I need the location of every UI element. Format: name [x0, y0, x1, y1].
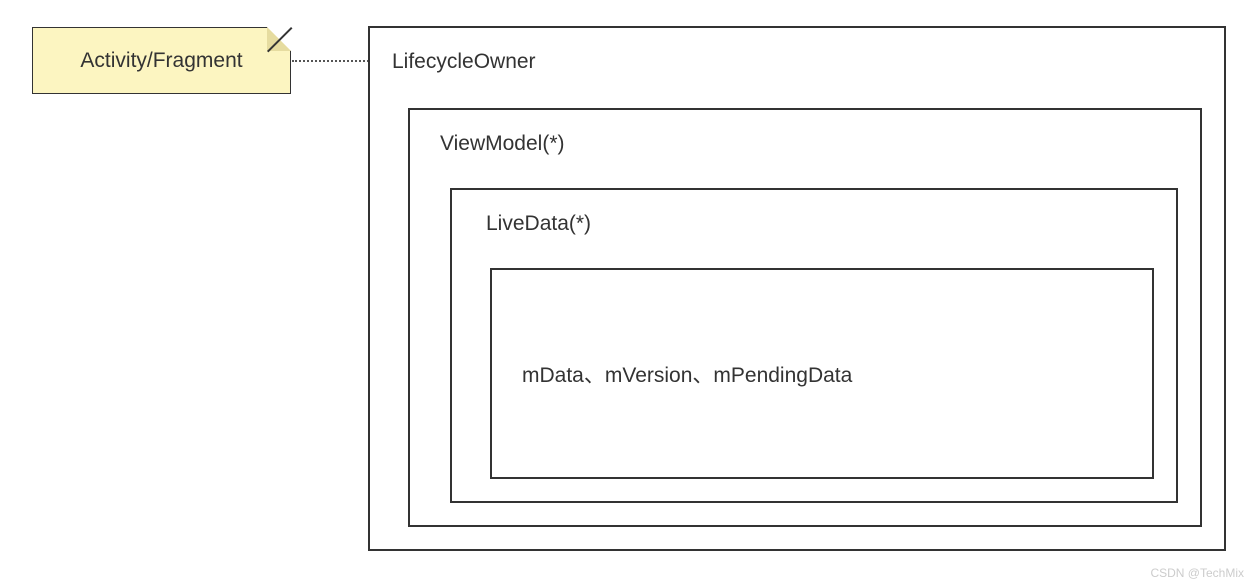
watermark: CSDN @TechMix [1150, 566, 1244, 580]
dotted-connector [292, 60, 369, 62]
note-label: Activity/Fragment [80, 49, 242, 73]
lifecycle-owner-label: LifecycleOwner [392, 50, 536, 74]
livedata-label: LiveData(*) [486, 212, 591, 236]
livedata-box: LiveData(*) mData、mVersion、mPendingData [450, 188, 1178, 503]
livedata-fields-label: mData、mVersion、mPendingData [522, 359, 852, 389]
lifecycle-owner-box: LifecycleOwner ViewModel(*) LiveData(*) … [368, 26, 1226, 551]
note-fold-line [267, 27, 291, 51]
viewmodel-label: ViewModel(*) [440, 132, 565, 156]
note-activity-fragment: Activity/Fragment [32, 27, 291, 94]
viewmodel-box: ViewModel(*) LiveData(*) mData、mVersion、… [408, 108, 1202, 527]
livedata-fields-box: mData、mVersion、mPendingData [490, 268, 1154, 479]
